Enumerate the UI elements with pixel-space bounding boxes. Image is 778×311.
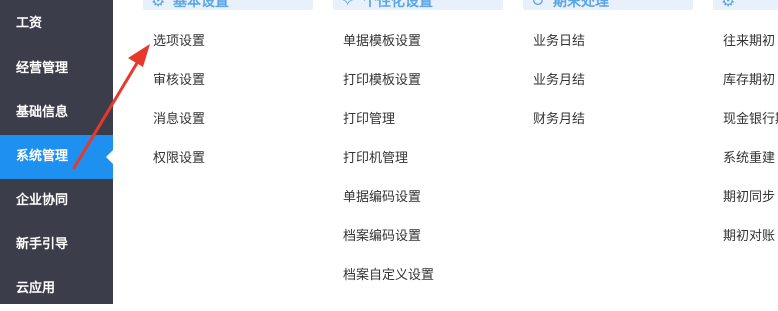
- sidebar-item-basic-info[interactable]: 基础信息: [0, 91, 113, 135]
- menu-item-archive-custom-settings[interactable]: 档案自定义设置: [343, 268, 434, 284]
- menu-item-message-settings[interactable]: 消息设置: [153, 112, 205, 128]
- column-header-period-end: ↻ 期末处理: [523, 0, 693, 10]
- menu-item-monthly-close[interactable]: 业务月结: [533, 73, 585, 89]
- menu-item-document-code-settings[interactable]: 单据编码设置: [343, 190, 421, 206]
- column-header-title: 个性化设置: [363, 0, 433, 10]
- sidebar-item-label: 云应用: [16, 281, 56, 296]
- menu-item-document-template-settings[interactable]: 单据模板设置: [343, 34, 421, 50]
- column-header-initial: ⚙: [713, 0, 778, 10]
- menu-item-archive-code-settings[interactable]: 档案编码设置: [343, 229, 421, 245]
- sidebar-item-enterprise-collaboration[interactable]: 企业协同: [0, 179, 113, 223]
- sidebar-item-label: 经营管理: [16, 61, 69, 76]
- menu-item-initial-reconciliation[interactable]: 期初对账: [723, 229, 775, 245]
- column-header-basic-settings: ⚙ 基本设置: [143, 0, 313, 10]
- star-icon: ✧: [341, 0, 355, 10]
- menu-item-initial-sync[interactable]: 期初同步: [723, 190, 775, 206]
- menu-item-printer-management[interactable]: 打印机管理: [343, 151, 408, 167]
- cycle-icon: ↻: [531, 0, 545, 10]
- sidebar-item-label: 新手引导: [16, 237, 69, 252]
- sidebar-item-label: 企业协同: [16, 193, 69, 208]
- sidebar-item-business-management[interactable]: 经营管理: [0, 47, 113, 91]
- gear-icon: ⚙: [151, 0, 166, 10]
- sidebar-item-system-management[interactable]: 系统管理: [0, 135, 113, 179]
- menu-item-daily-close[interactable]: 业务日结: [533, 34, 585, 50]
- menu-item-ar-ap-initial[interactable]: 往来期初: [723, 34, 775, 50]
- menu-item-system-rebuild[interactable]: 系统重建: [723, 151, 775, 167]
- menu-item-print-management[interactable]: 打印管理: [343, 112, 395, 128]
- sidebar-item-cloud-apps[interactable]: 云应用: [0, 267, 113, 311]
- sidebar-item-label: 基础信息: [16, 105, 69, 120]
- menu-item-financial-month-close[interactable]: 财务月结: [533, 112, 585, 128]
- sidebar: 工资 经营管理 基础信息 系统管理 企业协同 新手引导 云应用: [0, 0, 113, 304]
- column-header-title: 基本设置: [173, 0, 229, 10]
- sidebar-item-label: 工资: [16, 16, 43, 31]
- sidebar-item-label: 系统管理: [16, 149, 69, 164]
- menu-item-inventory-initial[interactable]: 库存期初: [723, 73, 775, 89]
- sidebar-item-beginner-guide[interactable]: 新手引导: [0, 223, 113, 267]
- sidebar-item-salary[interactable]: 工资: [0, 2, 113, 46]
- menu-item-print-template-settings[interactable]: 打印模板设置: [343, 73, 421, 89]
- menu-item-cash-bank-initial[interactable]: 现金银行期初: [723, 112, 778, 128]
- menu-item-permission-settings[interactable]: 权限设置: [153, 151, 205, 167]
- gear-icon: ⚙: [721, 0, 736, 10]
- menu-item-option-settings[interactable]: 选项设置: [153, 34, 205, 50]
- column-header-title: 期末处理: [553, 0, 609, 10]
- menu-item-audit-settings[interactable]: 审核设置: [153, 73, 205, 89]
- column-header-personalization: ✧ 个性化设置: [333, 0, 503, 10]
